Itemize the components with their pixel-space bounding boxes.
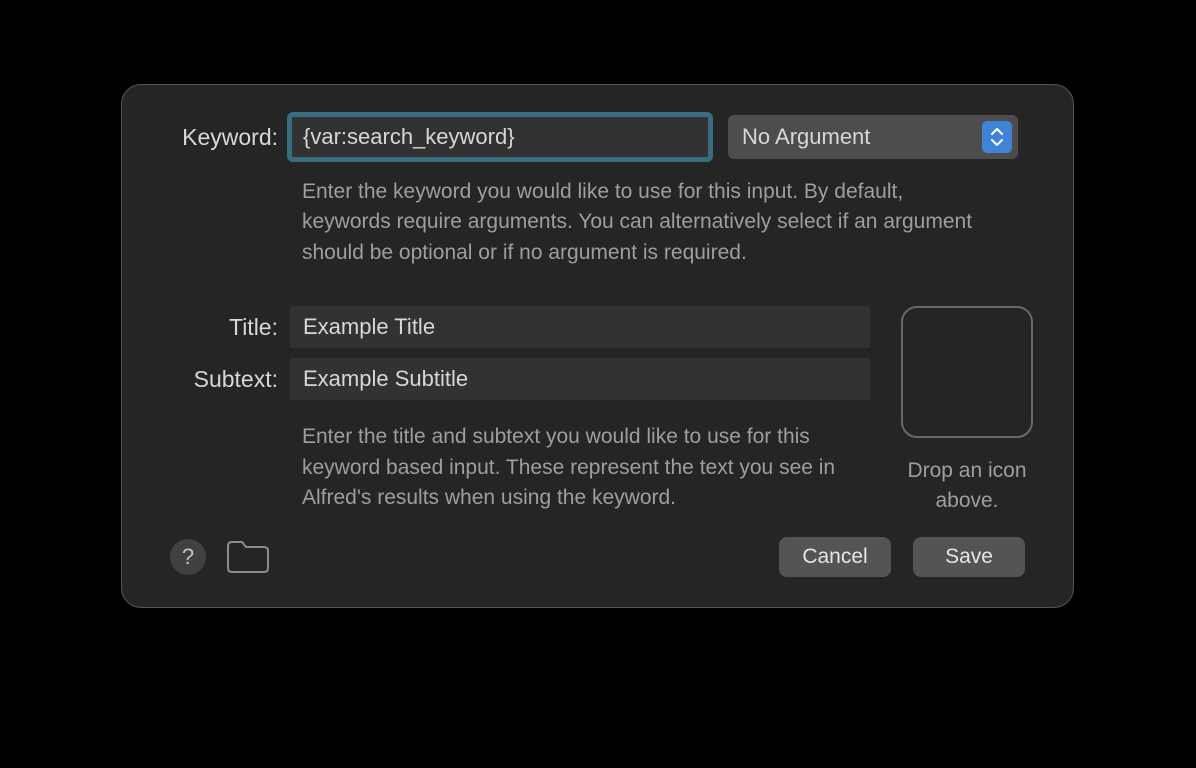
save-button[interactable]: Save (913, 537, 1025, 577)
keyword-help-text: Enter the keyword you would like to use … (302, 177, 992, 268)
chevron-up-down-icon (982, 121, 1012, 153)
subtext-input[interactable] (290, 358, 870, 400)
dialog-footer: ? Cancel Save (170, 537, 1025, 577)
folder-icon[interactable] (226, 540, 270, 574)
argument-select-value: No Argument (742, 124, 870, 150)
subtext-row: Subtext: (170, 358, 872, 400)
icon-column: Drop an icon above. (892, 306, 1042, 515)
keyword-row: Keyword: No Argument (170, 115, 1025, 159)
title-subtext-help-text: Enter the title and subtext you would li… (302, 422, 872, 513)
keyword-config-dialog: Keyword: No Argument Enter the keyword y… (121, 84, 1074, 608)
icon-drop-well[interactable] (901, 306, 1033, 438)
cancel-button[interactable]: Cancel (779, 537, 891, 577)
keyword-label: Keyword: (170, 124, 290, 151)
argument-select[interactable]: No Argument (728, 115, 1018, 159)
title-subtext-section: Title: Subtext: Enter the title and subt… (170, 306, 1025, 515)
title-input[interactable] (290, 306, 870, 348)
title-row: Title: (170, 306, 872, 348)
help-button[interactable]: ? (170, 539, 206, 575)
title-subtext-left: Title: Subtext: Enter the title and subt… (170, 306, 872, 513)
subtext-label: Subtext: (170, 366, 290, 393)
title-label: Title: (170, 314, 290, 341)
help-icon: ? (182, 544, 194, 570)
icon-drop-label: Drop an icon above. (892, 456, 1042, 515)
keyword-input[interactable] (290, 115, 710, 159)
